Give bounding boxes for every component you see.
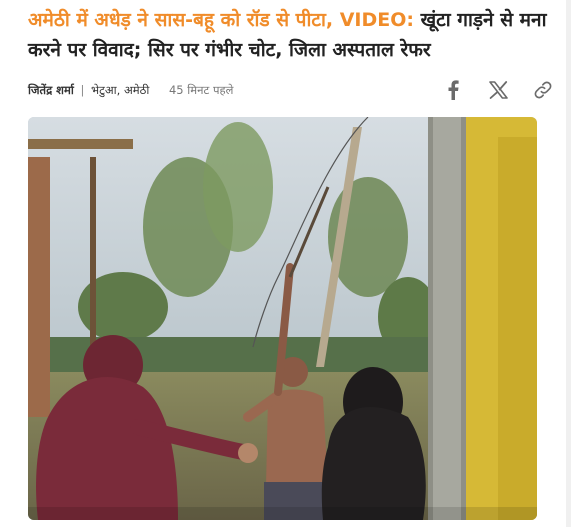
publish-time: 45 मिनट पहले xyxy=(168,83,234,97)
link-icon xyxy=(534,81,552,99)
facebook-share-button[interactable] xyxy=(440,77,466,103)
byline-separator: | xyxy=(80,83,85,97)
facebook-icon xyxy=(448,80,459,100)
x-share-button[interactable] xyxy=(485,77,511,103)
copy-link-button[interactable] xyxy=(530,77,556,103)
headline-highlight[interactable]: अमेठी में अधेड़ ने सास-बहू को रॉड से पीट… xyxy=(28,9,414,31)
author-name[interactable]: जितेंद्र शर्मा xyxy=(28,83,74,97)
article-card: अमेठी में अधेड़ ने सास-बहू को रॉड से पीट… xyxy=(0,0,566,527)
x-icon xyxy=(488,81,508,99)
location: भेटुआ, अमेठी xyxy=(91,83,150,97)
video-thumbnail[interactable] xyxy=(28,117,537,520)
byline: जितेंद्र शर्मा | भेटुआ, अमेठी 45 मिनट पह… xyxy=(28,82,233,98)
video-frame-image xyxy=(28,117,537,520)
article-headline[interactable]: अमेठी में अधेड़ ने सास-बहू को रॉड से पीट… xyxy=(28,5,558,65)
